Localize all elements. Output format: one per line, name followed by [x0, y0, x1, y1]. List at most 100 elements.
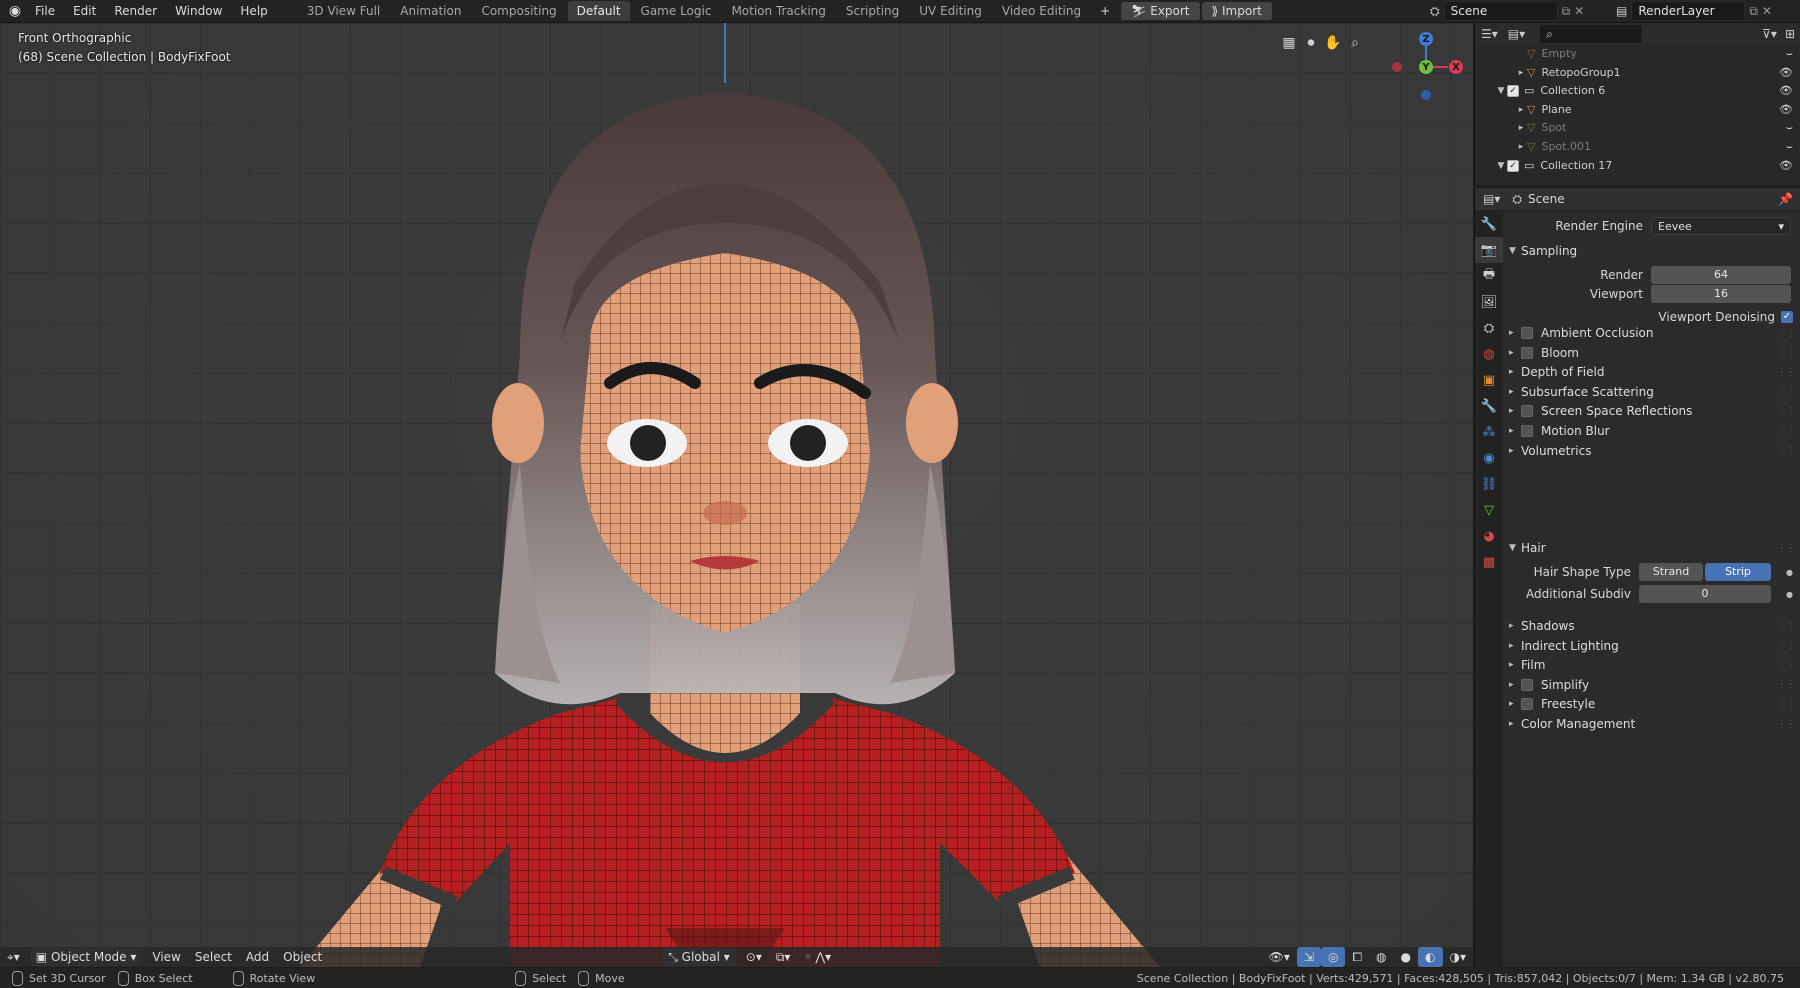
drag-handle-icon[interactable]: ⋮⋮ [1777, 328, 1796, 339]
pivot-icon[interactable]: ⊙▾ [739, 947, 769, 967]
gizmo-y-icon[interactable]: Y [1419, 60, 1433, 74]
display-mode-icon[interactable]: ▤▾ [1508, 27, 1525, 41]
outliner-type-icon[interactable]: ☰▾ [1481, 27, 1498, 41]
camera-icon[interactable]: ⏺ [1300, 32, 1322, 54]
tab-compositing[interactable]: Compositing [472, 1, 565, 21]
panel-enable-checkbox[interactable] [1521, 678, 1533, 691]
eye-icon[interactable]: 👁 [1779, 82, 1793, 101]
expanded-icon[interactable]: ▼ [1495, 82, 1507, 101]
gizmo-neg-z-icon[interactable] [1421, 90, 1431, 100]
eye-icon[interactable]: 👁 [1779, 64, 1793, 83]
menu-file[interactable]: File [26, 0, 64, 22]
tab-uv-editing[interactable]: UV Editing [910, 1, 991, 21]
eye-icon[interactable]: 👁 [1779, 157, 1793, 176]
outliner-row[interactable]: ▽ Empty ⌣ [1475, 45, 1800, 64]
output-tab-icon[interactable]: 🖶 [1475, 263, 1503, 289]
menu-edit[interactable]: Edit [64, 0, 105, 22]
gizmo-z-icon[interactable]: Z [1419, 32, 1433, 46]
3d-viewport[interactable]: Front Orthographic (68) Scene Collection… [0, 23, 1473, 967]
render-samples-field[interactable]: 64 [1651, 266, 1791, 284]
gizmo-neg-x-icon[interactable] [1392, 62, 1402, 72]
editor-type-icon[interactable]: ⌖▾ [0, 947, 27, 967]
copy-layer-icon[interactable]: ⧉ [1749, 4, 1758, 19]
sampling-panel-header[interactable]: ▼ Sampling [1503, 240, 1800, 262]
drag-handle-icon[interactable]: ⋮⋮ [1777, 347, 1796, 358]
keyframe-dot-icon[interactable]: ● [1786, 568, 1793, 577]
close-layer-icon[interactable]: ✕ [1762, 4, 1772, 18]
drag-handle-icon[interactable]: ⋮⋮ [1777, 445, 1796, 456]
drag-handle-icon[interactable]: ⋮⋮ [1777, 367, 1796, 378]
expanded-icon[interactable]: ▼ [1495, 157, 1507, 176]
scene-icon[interactable]: ⛭ [1430, 4, 1440, 19]
zoom-icon[interactable]: ⌕ [1344, 32, 1366, 54]
mode-dropdown[interactable]: ▣ Object Mode ▾ [29, 948, 143, 966]
panel-enable-checkbox[interactable] [1521, 346, 1533, 359]
outliner-row[interactable]: ▼ ✓ ▭ Collection 6 👁 [1475, 82, 1800, 101]
grid-view-icon[interactable]: ▦ [1278, 32, 1300, 54]
drag-handle-icon[interactable]: ⋮⋮ [1777, 543, 1796, 554]
drag-handle-icon[interactable]: ⋮⋮ [1777, 426, 1796, 437]
render-engine-dropdown[interactable]: Eevee ▾ [1651, 217, 1791, 235]
properties-type-icon[interactable]: ▤▾ [1483, 192, 1500, 206]
keyframe-dot-icon[interactable]: ● [1786, 590, 1793, 599]
blender-logo-icon[interactable]: ◉ [4, 0, 26, 22]
object-tab-icon[interactable]: ▣ [1475, 367, 1503, 393]
eye-icon[interactable]: 👁 [1779, 101, 1793, 120]
menu-help[interactable]: Help [231, 0, 276, 22]
hidden-eye-icon[interactable]: ⌣ [1786, 119, 1793, 138]
constraints-tab-icon[interactable]: ⛓ [1475, 471, 1503, 497]
modifier-tab-icon[interactable]: 🔧 [1475, 393, 1503, 419]
drag-handle-icon[interactable]: ⋮⋮ [1777, 386, 1796, 397]
hidden-eye-icon[interactable]: ⌣ [1786, 45, 1793, 64]
particles-tab-icon[interactable]: ⁂ [1475, 419, 1503, 445]
scene-tab-icon[interactable]: ⛭ [1475, 315, 1503, 341]
outliner-row[interactable]: ▸ ▽ RetopoGroup1 👁 [1475, 64, 1800, 83]
drag-handle-icon[interactable]: ⋮⋮ [1777, 679, 1796, 690]
pin-icon[interactable]: 📌 [1778, 192, 1793, 206]
tool-tab-icon[interactable]: 🔧 [1475, 211, 1503, 237]
drag-handle-icon[interactable]: ⋮⋮ [1777, 640, 1796, 651]
view-layer-icon[interactable]: ▤ [1616, 4, 1627, 18]
close-icon[interactable]: ✕ [1574, 4, 1584, 18]
filter-icon[interactable]: ⊽▾ [1762, 27, 1777, 41]
panel-enable-checkbox[interactable] [1521, 698, 1533, 711]
shading-solid-icon[interactable]: ● [1394, 947, 1418, 967]
navigation-gizmo[interactable]: Z Y X [1380, 27, 1463, 107]
export-button[interactable]: ⛷ Export [1121, 2, 1200, 20]
xray-icon[interactable]: ⧠ [1345, 947, 1369, 967]
data-tab-icon[interactable]: ▽ [1475, 497, 1503, 523]
material-tab-icon[interactable]: ◕ [1475, 523, 1503, 549]
tab-3d-view-full[interactable]: 3D View Full [298, 1, 390, 21]
add-workspace-icon[interactable]: + [1091, 0, 1119, 22]
visibility-icon[interactable]: 👁▾ [1262, 947, 1297, 967]
outliner-row[interactable]: ▸ ▽ Plane 👁 [1475, 101, 1800, 120]
hair-panel-header[interactable]: ▼ Hair ⋮⋮ [1503, 537, 1800, 559]
tab-video-editing[interactable]: Video Editing [993, 1, 1090, 21]
render-tab-icon[interactable]: 📷 [1475, 237, 1503, 263]
orientation-dropdown[interactable]: ⤡ Global ▾ [662, 948, 736, 966]
drag-handle-icon[interactable]: ⋮⋮ [1777, 406, 1796, 417]
tab-game-logic[interactable]: Game Logic [632, 1, 721, 21]
hidden-eye-icon[interactable]: ⌣ [1786, 138, 1793, 157]
viewport-samples-field[interactable]: 16 [1651, 285, 1791, 303]
strip-button[interactable]: Strip [1705, 563, 1771, 581]
tab-scripting[interactable]: Scripting [837, 1, 908, 21]
physics-tab-icon[interactable]: ◉ [1475, 445, 1503, 471]
collapsed-panel-header[interactable]: ▸ Color Management ⋮⋮ [1503, 713, 1800, 735]
drag-handle-icon[interactable]: ⋮⋮ [1777, 621, 1796, 632]
outliner-row[interactable]: ▼ ✓ ▭ Collection 17 👁 [1475, 157, 1800, 176]
overlay-toggle-icon[interactable]: ◎ [1320, 947, 1346, 967]
collection-checkbox[interactable]: ✓ [1507, 85, 1519, 98]
tab-motion-tracking[interactable]: Motion Tracking [722, 1, 834, 21]
menu-select[interactable]: Select [188, 947, 239, 967]
view-layer-tab-icon[interactable]: 🖼 [1475, 289, 1503, 315]
outliner-search-input[interactable]: ⌕ [1539, 24, 1644, 44]
shading-rendered-icon[interactable]: ◑▾ [1443, 947, 1474, 967]
drag-handle-icon[interactable]: ⋮⋮ [1777, 660, 1796, 671]
new-collection-icon[interactable]: ⊞ [1785, 27, 1795, 41]
tab-animation[interactable]: Animation [391, 1, 470, 21]
world-tab-icon[interactable]: ◍ [1475, 341, 1503, 367]
drag-handle-icon[interactable]: ⋮⋮ [1777, 699, 1796, 710]
collapsed-icon[interactable]: ▸ [1515, 101, 1527, 120]
menu-render[interactable]: Render [105, 0, 166, 22]
